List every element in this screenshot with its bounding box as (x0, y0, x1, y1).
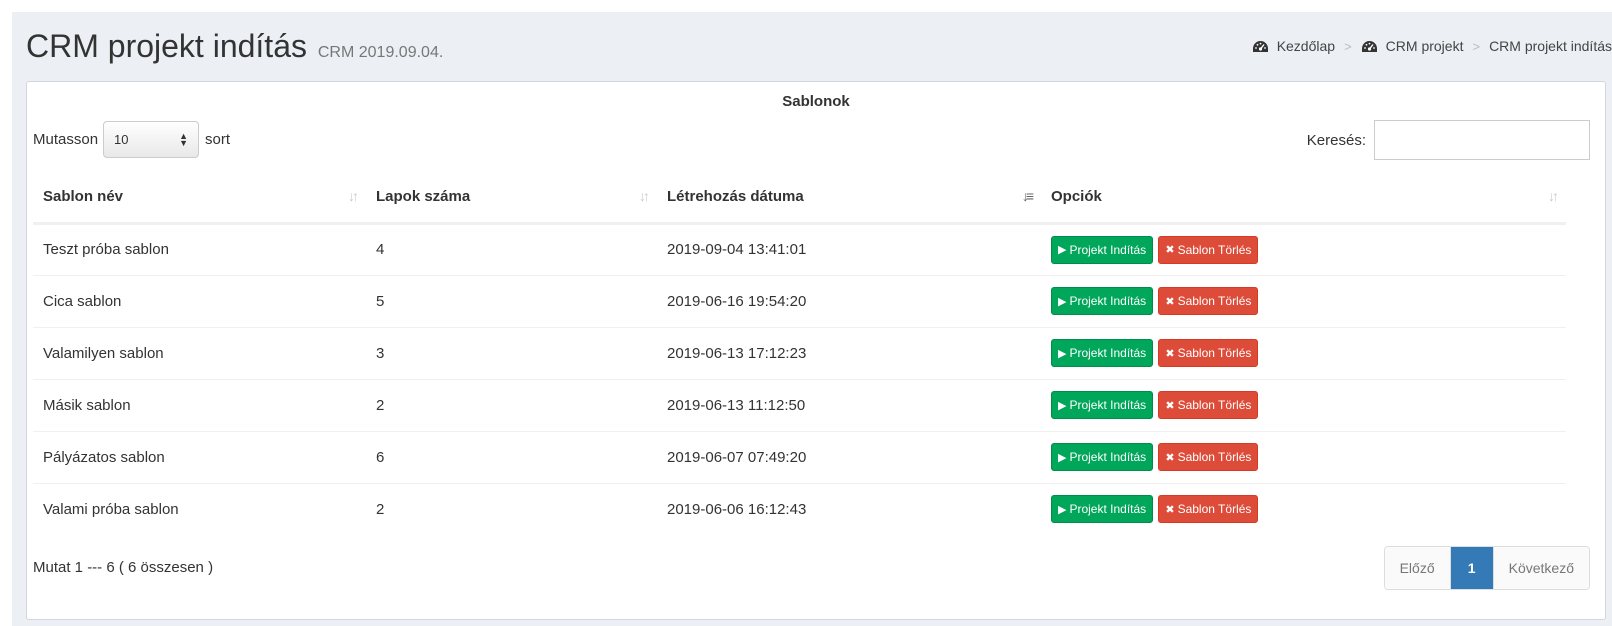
close-icon: ✖ (1165, 451, 1175, 464)
table-row: Pályázatos sablon 6 2019-06-07 07:49:20 … (33, 430, 1566, 483)
delete-template-button[interactable]: ✖ Sablon Törlés (1158, 443, 1259, 471)
breadcrumb-separator: > (1472, 38, 1481, 54)
cell-created: 2019-06-06 16:12:43 (657, 482, 1041, 535)
dashboard-icon (1361, 40, 1377, 52)
sort-icon: ↓↑ (348, 188, 359, 204)
column-header-pages[interactable]: Lapok száma ↓↑ (366, 171, 657, 225)
cell-options: ▶ Projekt Indítás ✖ Sablon Törlés (1041, 326, 1566, 379)
cell-created: 2019-06-07 07:49:20 (657, 430, 1041, 483)
cell-name: Pályázatos sablon (33, 430, 366, 483)
delete-template-button[interactable]: ✖ Sablon Törlés (1158, 287, 1259, 315)
cell-options: ▶ Projekt Indítás ✖ Sablon Törlés (1041, 430, 1566, 483)
cell-name: Másik sablon (33, 378, 366, 431)
start-project-button[interactable]: ▶ Projekt Indítás (1051, 339, 1154, 367)
cell-pages: 2 (366, 378, 657, 431)
sort-icon: ↓↑ (639, 188, 650, 204)
play-icon: ▶ (1058, 244, 1067, 256)
length-suffix-label: sort (205, 131, 231, 148)
next-page-button[interactable]: Következő (1492, 547, 1589, 589)
page-length-select[interactable]: 10 ▲ ▼ (103, 121, 200, 158)
select-arrows-icon: ▲ ▼ (179, 130, 189, 148)
table-row: Másik sablon 2 2019-06-13 11:12:50 ▶ Proj… (33, 378, 1566, 431)
content-header: CRM projekt indítás CRM 2019.09.04. Kezd… (12, 12, 1612, 78)
search-control: Keresés: (1307, 120, 1590, 160)
table-row: Cica sablon 5 2019-06-16 19:54:20 ▶ Proje… (33, 274, 1566, 327)
breadcrumb-item-home[interactable]: Kezdőlap (1252, 38, 1335, 54)
sort-icon: ↓↑ (1548, 188, 1559, 204)
start-project-button[interactable]: ▶ Projekt Indítás (1051, 443, 1154, 471)
cell-options: ▶ Projekt Indítás ✖ Sablon Törlés (1041, 378, 1566, 431)
start-project-button[interactable]: ▶ Projekt Indítás (1051, 235, 1154, 264)
column-header-name[interactable]: Sablon név ↓↑ (33, 171, 366, 225)
delete-template-button[interactable]: ✖ Sablon Törlés (1158, 495, 1259, 524)
page-length-value: 10 (114, 132, 129, 147)
sort-desc-icon: ↓≡ (1021, 188, 1034, 204)
content-wrapper: CRM projekt indítás CRM 2019.09.04. Kezd… (12, 12, 1612, 626)
table-row: Teszt próba sablon 4 2019-09-04 13:41:01… (33, 223, 1566, 275)
cell-pages: 3 (366, 326, 657, 379)
cell-created: 2019-09-04 13:41:01 (667, 241, 807, 258)
table-row: Valami próba sablon 2 2019-06-06 16:12:4… (33, 482, 1566, 535)
cell-options: ▶ Projekt Indítás ✖ Sablon Törlés (1041, 223, 1566, 275)
cell-name: Teszt próba sablon (43, 241, 169, 258)
templates-box: Sablonok Mutasson 10 ▲ ▼ sort Keresés: Sa… (26, 81, 1606, 620)
cell-created: 2019-06-16 19:54:20 (657, 274, 1041, 327)
delete-template-button[interactable]: ✖ Sablon Törlés (1158, 391, 1259, 419)
breadcrumb-separator: > (1344, 38, 1352, 54)
breadcrumb-item-current: CRM projekt indítás (1489, 38, 1612, 54)
column-header-created[interactable]: Létrehozás dátuma ↓≡ (657, 171, 1041, 225)
close-icon: ✖ (1165, 399, 1175, 412)
cell-created: 2019-06-13 11:12:50 (657, 378, 1041, 431)
play-icon: ▶ (1058, 347, 1067, 360)
templates-table: Sablon név ↓↑ Lapok száma ↓↑ Létrehozás dá… (33, 171, 1566, 535)
search-label: Keresés: (1306, 131, 1366, 149)
play-icon: ▶ (1058, 399, 1067, 412)
cell-created: 2019-06-13 17:12:23 (657, 326, 1041, 379)
table-row: Valamilyen sablon 3 2019-06-13 17:12:23 … (33, 326, 1566, 379)
cell-name: Valamilyen sablon (33, 326, 366, 379)
box-title: Sablonok (782, 93, 850, 110)
length-prefix-label: Mutasson (33, 131, 99, 148)
start-project-button[interactable]: ▶ Projekt Indítás (1051, 391, 1154, 419)
table-info: Mutat 1 --- 6 ( 6 összesen ) (33, 559, 214, 576)
delete-template-button[interactable]: ✖ Sablon Törlés (1158, 339, 1259, 367)
dashboard-icon (1252, 40, 1268, 52)
cell-pages: 4 (376, 241, 385, 258)
column-header-options[interactable]: Opciók ↓↑ (1041, 171, 1566, 225)
close-icon: ✖ (1165, 244, 1175, 256)
close-icon: ✖ (1165, 347, 1175, 360)
start-project-button[interactable]: ▶ Projekt Indítás (1051, 287, 1154, 315)
search-input[interactable] (1374, 120, 1590, 160)
close-icon: ✖ (1165, 295, 1175, 308)
cell-pages: 6 (366, 430, 657, 483)
play-icon: ▶ (1058, 295, 1067, 308)
breadcrumb-item-crm-projekt[interactable]: CRM projekt (1361, 38, 1463, 54)
breadcrumb: Kezdőlap > CRM projekt > CRM projekt ind… (1252, 38, 1612, 54)
start-project-button[interactable]: ▶ Projekt Indítás (1051, 495, 1154, 524)
pagination: Előző 1 Következő (1383, 546, 1590, 590)
cell-pages: 5 (366, 274, 657, 327)
page-title: CRM projekt indítás CRM 2019.09.04. (26, 28, 444, 64)
delete-template-button[interactable]: ✖ Sablon Törlés (1158, 235, 1259, 264)
close-icon: ✖ (1165, 503, 1175, 516)
page-length-control: Mutasson 10 ▲ ▼ sort (33, 121, 230, 158)
cell-options: ▶ Projekt Indítás ✖ Sablon Törlés (1041, 482, 1566, 535)
page-button-1[interactable]: 1 (1449, 547, 1493, 589)
table-header-row: Sablon név ↓↑ Lapok száma ↓↑ Létrehozás dá… (33, 171, 1566, 225)
play-icon: ▶ (1058, 451, 1067, 464)
cell-name: Valami próba sablon (33, 482, 366, 535)
play-icon: ▶ (1058, 503, 1067, 516)
prev-page-button[interactable]: Előző (1384, 547, 1450, 589)
cell-name: Cica sablon (33, 274, 366, 327)
cell-pages: 2 (366, 482, 657, 535)
cell-options: ▶ Projekt Indítás ✖ Sablon Törlés (1041, 274, 1566, 327)
page-subtitle: CRM 2019.09.04. (317, 44, 444, 61)
